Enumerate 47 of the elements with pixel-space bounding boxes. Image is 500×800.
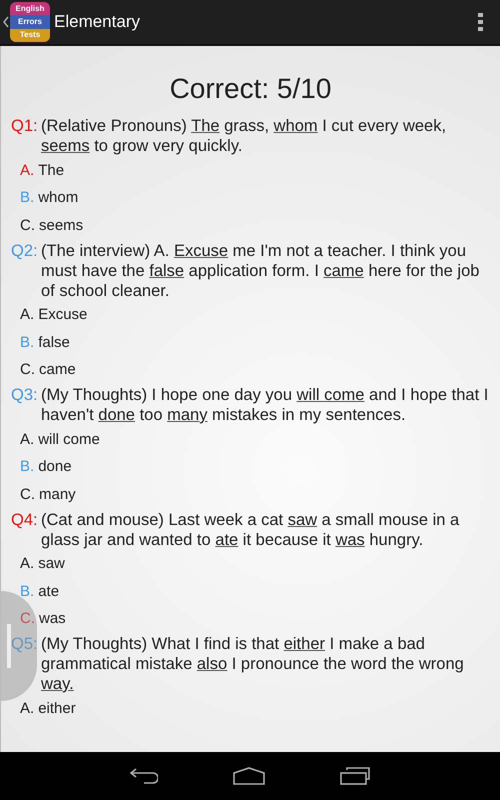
option-letter: B. (20, 457, 34, 477)
option-letter: C. (20, 360, 35, 380)
option-letter: B. (20, 188, 34, 208)
option-letter: C. (20, 484, 35, 504)
logo-text: English (10, 2, 50, 16)
overflow-menu-icon[interactable] (478, 13, 484, 31)
question-number: Q4: (11, 510, 39, 530)
back-chevron-icon[interactable] (3, 16, 9, 28)
option-text: done (38, 457, 72, 477)
option-letter: B. (20, 582, 34, 602)
option-text: whom (38, 188, 78, 208)
app-logo[interactable]: English Errors Tests (10, 2, 50, 42)
option-text: seems (39, 216, 84, 236)
option-text: saw (38, 554, 65, 574)
option-text: was (39, 609, 66, 629)
option-letter: A. (20, 430, 34, 450)
option-text: false (38, 332, 70, 352)
question-number: Q3: (11, 385, 39, 406)
option-text: The (38, 160, 64, 180)
home-icon[interactable] (233, 767, 265, 785)
score-heading: Correct: 5/10 (170, 73, 332, 104)
option-letter: B. (20, 332, 34, 352)
option-text: will come (38, 430, 100, 450)
question-text: (My Thoughts) I hope one day you will come and I hope that I haven't done too many mistakes in my sentences. (41, 385, 490, 425)
question-text: (Relative Pronouns) The grass, whom I cut every week, seems to grow very quickly. (41, 116, 448, 156)
option-letter: A. (20, 305, 34, 325)
logo-text: Tests (10, 28, 50, 42)
option-text: Excuse (38, 305, 88, 325)
recent-apps-icon[interactable] (340, 767, 370, 785)
option-letter: A. (20, 160, 34, 180)
question-number: Q1: (11, 116, 39, 137)
option-letter: A. (20, 554, 34, 574)
question-text: (My Thoughts) What I find is that either I make a bad grammatical mistake also I pronounce the word the wrong way. (41, 634, 465, 694)
question-text: (The interview) A. Excuse me I'm not a teacher. I think you must have the false application form. I came here for the job of school cleaner. (41, 240, 480, 300)
question-number: Q5: (11, 634, 39, 655)
option-text: many (39, 484, 76, 504)
question-number: Q2: (11, 240, 39, 262)
option-letter: C. (20, 216, 35, 236)
back-icon[interactable] (130, 767, 158, 785)
screen-title: Elementary (54, 11, 140, 34)
option-letter: A. (20, 698, 34, 718)
question-text: (Cat and mouse) Last week a cat saw a small mouse in a glass jar and wanted to ate it because it was hungry. (41, 510, 460, 550)
option-text: came (39, 360, 76, 380)
option-letter: C. (20, 609, 35, 629)
logo-text: Errors (10, 15, 50, 29)
option-text: either (38, 698, 76, 718)
option-text: ate (38, 582, 60, 602)
